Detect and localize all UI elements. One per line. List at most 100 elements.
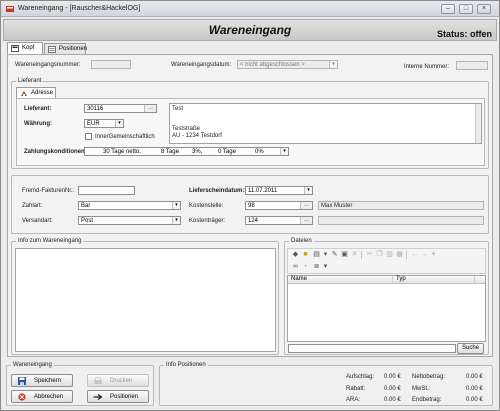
- chevron-down-icon: ▾: [172, 202, 180, 209]
- address-scrollbar[interactable]: [475, 104, 481, 143]
- tab-adresse-label: Adresse: [31, 90, 54, 96]
- copy-icon[interactable]: ❐: [375, 250, 384, 259]
- kostentraeger-label: Kostenträger:: [189, 218, 226, 224]
- minimize-button[interactable]: –: [441, 4, 455, 14]
- toolbar-separator: [406, 251, 407, 259]
- add-icon[interactable]: +: [301, 262, 310, 271]
- endbetrag-value: 0.00 €: [466, 397, 483, 403]
- aufschlag-label: Aufschlag:: [346, 374, 375, 380]
- aufschlag-value: 0.00 €: [384, 374, 401, 380]
- positionen-button[interactable]: Positionen: [87, 390, 149, 403]
- abbrechen-button[interactable]: Abbrechen: [11, 390, 73, 403]
- new-file-icon[interactable]: ◆: [291, 250, 300, 259]
- zahlart-select[interactable]: Bar ▾: [78, 201, 181, 210]
- toolbar-separator: [361, 251, 362, 259]
- adresse-panel: Lieferant: 30116 … Währung: EUR ▾ InnerG…: [16, 98, 485, 166]
- lieferscheindatum-field[interactable]: 11.07.2011 ▾: [245, 186, 313, 195]
- zk-pct2: 0%: [255, 149, 264, 155]
- properties-icon[interactable]: ▦: [395, 250, 404, 259]
- column-header-name[interactable]: Name: [288, 276, 393, 284]
- zahlart-value: Bar: [81, 203, 91, 209]
- tab-adresse[interactable]: Adresse: [16, 87, 56, 98]
- list-view-icon[interactable]: ≣: [312, 262, 321, 271]
- kostentraeger-field[interactable]: 124 …: [245, 216, 313, 225]
- paste-icon[interactable]: ▥: [385, 250, 394, 259]
- versandart-label: Versandart:: [22, 218, 53, 224]
- kopf-panel: Wareneingangsnummer: Wareneingangsdatum:…: [7, 54, 493, 357]
- zahlungskonditionen-label: Zahlungskonditionen:: [24, 149, 87, 155]
- search-button[interactable]: Suche: [457, 343, 484, 354]
- interne-nummer-field[interactable]: [456, 61, 488, 70]
- lieferant-field[interactable]: 30116 …: [84, 104, 157, 113]
- fremd-fakturennr-label: Fremd-FakturenNr.:: [22, 188, 75, 194]
- edit-icon[interactable]: ✎: [330, 250, 339, 259]
- info-group: Info zum Wareneingang: [11, 238, 279, 355]
- dateien-group: Dateien ◆ ■ ▤ ▾ ✎ ▣ ✕ ✂ ❐ ▥ ▦ ← → ▾ ∞ +: [284, 238, 489, 355]
- fremd-fakturennr-field[interactable]: [78, 186, 135, 195]
- versandart-select[interactable]: Post ▾: [78, 216, 181, 225]
- files-list[interactable]: Name Typ: [287, 275, 486, 342]
- kostenstelle-field[interactable]: 98 …: [245, 201, 313, 210]
- versandart-value: Post: [81, 218, 94, 224]
- wareneingangsnummer-field[interactable]: [91, 60, 131, 69]
- forward-icon[interactable]: →: [420, 250, 429, 259]
- info-textarea[interactable]: [15, 248, 276, 352]
- dropdown-icon[interactable]: ▾: [321, 250, 330, 259]
- address-city: AU - 1234 Testdorf: [172, 133, 222, 139]
- speichern-button[interactable]: Speichern: [11, 374, 73, 387]
- files-toolbar: ◆ ■ ▤ ▾ ✎ ▣ ✕ ✂ ❐ ▥ ▦ ← → ▾ ∞ + ≣ ▾: [287, 248, 486, 274]
- lieferscheindatum-label: Lieferscheindatum:: [189, 188, 245, 194]
- positionen-label: Positionen: [110, 394, 139, 400]
- lookup-button[interactable]: …: [300, 202, 312, 209]
- ara-label: ARA:: [346, 397, 361, 403]
- binoculars-icon[interactable]: ∞: [291, 262, 300, 271]
- maximize-button[interactable]: □: [459, 4, 473, 14]
- kostentraeger-value: 124: [248, 218, 259, 224]
- document-icon[interactable]: ▤: [312, 250, 321, 259]
- drucken-button[interactable]: Drucken: [87, 374, 149, 387]
- column-header-typ[interactable]: Typ: [393, 276, 475, 284]
- wareneingangsdatum-field[interactable]: < nicht abgeschlossen > ▾: [237, 60, 338, 69]
- zk-days3: 0 Tage: [218, 149, 236, 155]
- lookup-button[interactable]: …: [300, 217, 312, 224]
- tab-kopf[interactable]: Kopf: [7, 42, 43, 54]
- lookup-button[interactable]: …: [144, 105, 156, 112]
- lieferant-group-title: Lieferant: [16, 78, 44, 84]
- zk-pct: 3%,: [192, 149, 203, 155]
- waehrung-value: EUR: [87, 121, 100, 127]
- wareneingang-actions-group: Wareneingang Speichern Drucken Abbrechen…: [6, 362, 154, 406]
- waehrung-select[interactable]: EUR ▾: [84, 119, 124, 128]
- window-title: Wareneingang - [Rauscher&HackelOG]: [18, 5, 141, 12]
- column-header-extra[interactable]: [475, 276, 485, 284]
- history-dropdown-icon[interactable]: ▾: [429, 250, 438, 259]
- arrow-icon: [93, 394, 103, 400]
- files-search-input[interactable]: [288, 344, 456, 353]
- view-dropdown-icon[interactable]: ▾: [321, 262, 330, 271]
- folder-icon[interactable]: ■: [301, 250, 310, 259]
- close-icon: ×: [481, 5, 487, 12]
- chevron-down-icon: ▾: [115, 120, 123, 127]
- innergemeinschaftlich-checkbox[interactable]: [85, 133, 92, 140]
- kostenstelle-value: 98: [248, 203, 255, 209]
- cut-icon[interactable]: ✂: [365, 250, 374, 259]
- chevron-down-icon: ▾: [329, 61, 337, 68]
- zahlungskonditionen-select[interactable]: 30 Tage netto, 8 Tage 3%, 0 Tage 0% ▾: [84, 147, 289, 156]
- tab-positionen-label: Positionen: [59, 46, 88, 52]
- kostentraeger-name-field: [318, 216, 484, 225]
- delete-icon[interactable]: ✕: [350, 250, 359, 259]
- cancel-icon: [18, 393, 26, 401]
- title-bar: Wareneingang - [Rauscher&HackelOG] – □ ×: [1, 1, 499, 17]
- save-file-icon[interactable]: ▣: [340, 250, 349, 259]
- close-button[interactable]: ×: [477, 4, 491, 14]
- tab-positionen[interactable]: Positionen: [44, 43, 88, 54]
- kostenstelle-label: Kostenstelle:: [189, 203, 224, 209]
- page-title: Wareneingang: [208, 23, 292, 37]
- abbrechen-label: Abbrechen: [34, 394, 64, 400]
- back-icon[interactable]: ←: [410, 250, 419, 259]
- minimize-icon: –: [446, 5, 450, 12]
- nettobetrag-value: 0.00 €: [466, 374, 483, 380]
- mwst-label: MwSt.:: [412, 386, 431, 392]
- save-icon: [18, 377, 26, 385]
- status-label: Status: offen: [437, 29, 492, 39]
- wareneingangsdatum-label: Wareneingangsdatum:: [171, 62, 232, 68]
